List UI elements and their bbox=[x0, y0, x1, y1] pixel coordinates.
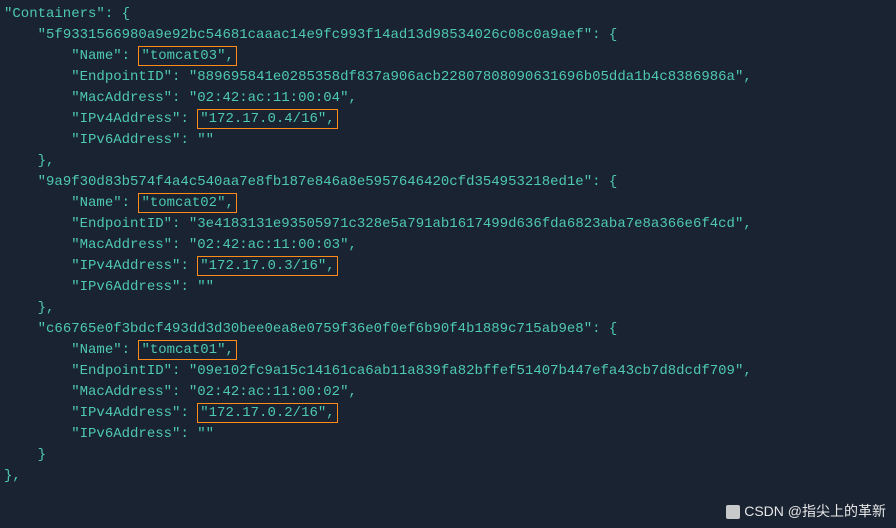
name-highlight: "tomcat01", bbox=[138, 340, 236, 360]
name-row: "Name": "tomcat03", bbox=[0, 46, 896, 67]
watermark-text: @指尖上的革新 bbox=[788, 503, 886, 519]
close-brace: }, bbox=[0, 298, 896, 319]
ipv4-row: "IPv4Address": "172.17.0.4/16", bbox=[0, 109, 896, 130]
mac-row: "MacAddress": "02:42:ac:11:00:03", bbox=[0, 235, 896, 256]
endpoint-row: "EndpointID": "889695841e0285358df837a90… bbox=[0, 67, 896, 88]
close-brace: }, bbox=[0, 151, 896, 172]
ipv6-row: "IPv6Address": "" bbox=[0, 277, 896, 298]
watermark: CSDN @指尖上的革新 bbox=[726, 501, 886, 522]
ipv6-row: "IPv6Address": "" bbox=[0, 130, 896, 151]
ipv4-highlight: "172.17.0.3/16", bbox=[197, 256, 337, 276]
mac-row: "MacAddress": "02:42:ac:11:00:02", bbox=[0, 382, 896, 403]
name-highlight: "tomcat03", bbox=[138, 46, 236, 66]
mac-row: "MacAddress": "02:42:ac:11:00:04", bbox=[0, 88, 896, 109]
containers-header: "Containers": { bbox=[0, 4, 896, 25]
watermark-prefix: CSDN bbox=[744, 503, 788, 519]
container-id: "9a9f30d83b574f4a4c540aa7e8fb187e846a8e5… bbox=[0, 172, 896, 193]
endpoint-row: "EndpointID": "3e4183131e93505971c328e5a… bbox=[0, 214, 896, 235]
container-id: "c66765e0f3bdcf493dd3d30bee0ea8e0759f36e… bbox=[0, 319, 896, 340]
endpoint-row: "EndpointID": "09e102fc9a15c14161ca6ab11… bbox=[0, 361, 896, 382]
ipv4-row: "IPv4Address": "172.17.0.2/16", bbox=[0, 403, 896, 424]
close-brace: } bbox=[0, 445, 896, 466]
outer-close: }, bbox=[0, 466, 896, 487]
ipv4-highlight: "172.17.0.4/16", bbox=[197, 109, 337, 129]
ipv6-row: "IPv6Address": "" bbox=[0, 424, 896, 445]
container-id: "5f9331566980a9e92bc54681caaac14e9fc993f… bbox=[0, 25, 896, 46]
ipv4-row: "IPv4Address": "172.17.0.3/16", bbox=[0, 256, 896, 277]
ipv4-highlight: "172.17.0.2/16", bbox=[197, 403, 337, 423]
name-highlight: "tomcat02", bbox=[138, 193, 236, 213]
code-block: "Containers": { "5f9331566980a9e92bc5468… bbox=[0, 4, 896, 487]
name-row: "Name": "tomcat02", bbox=[0, 193, 896, 214]
csdn-logo-icon bbox=[726, 505, 740, 519]
name-row: "Name": "tomcat01", bbox=[0, 340, 896, 361]
